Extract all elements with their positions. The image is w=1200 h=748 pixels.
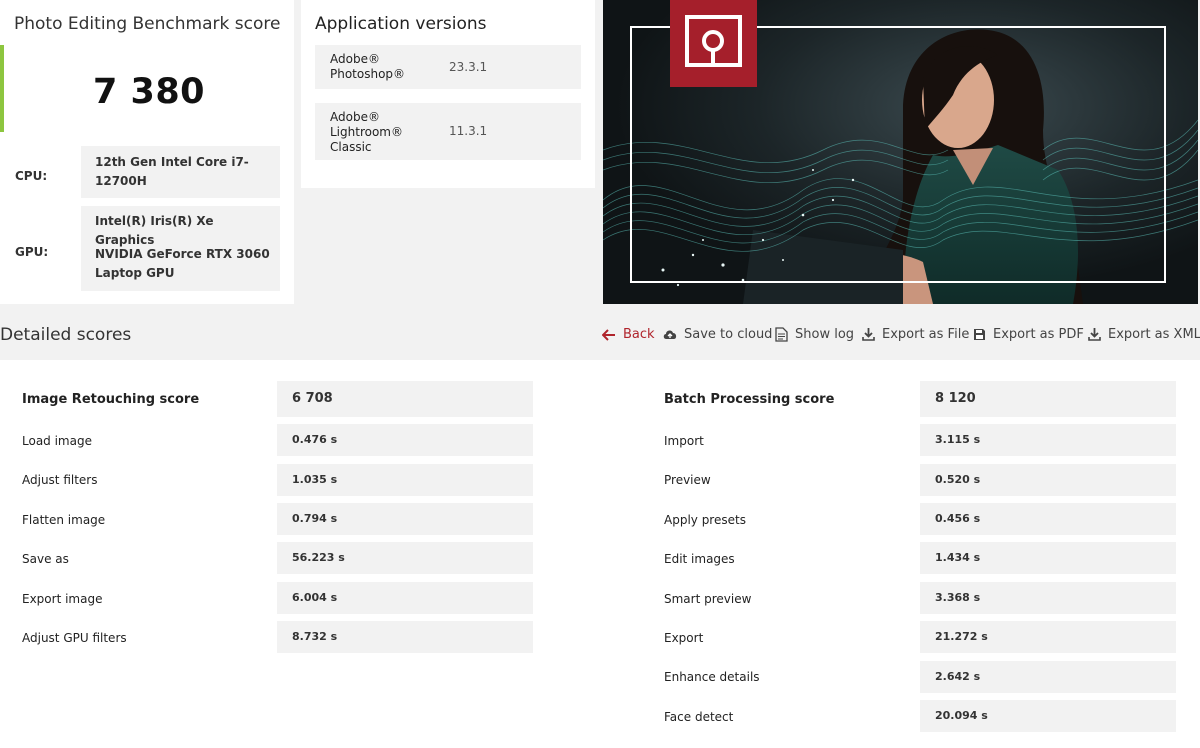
retouching-score-label: Image Retouching score xyxy=(22,392,200,407)
export-file-button[interactable]: Export as File xyxy=(862,327,969,342)
benchmark-title: Photo Editing Benchmark score xyxy=(14,14,281,34)
retouching-row-label: Load image xyxy=(22,434,92,448)
cpu-value: 12th Gen Intel Core i7-12700H xyxy=(81,146,280,198)
batch-row-value: 3.368 s xyxy=(920,582,1176,614)
batch-row-value: 20.094 s xyxy=(920,700,1176,732)
download-icon xyxy=(862,328,875,341)
batch-row-value: 1.434 s xyxy=(920,542,1176,574)
detailed-scores-title: Detailed scores xyxy=(0,325,132,345)
gpu-value-box: Intel(R) Iris(R) Xe Graphics NVIDIA GeFo… xyxy=(81,206,280,291)
batch-row-label: Face detect xyxy=(664,710,734,724)
batch-row-value: 3.115 s xyxy=(920,424,1176,456)
batch-row-label: Export xyxy=(664,631,704,645)
batch-row-label: Enhance details xyxy=(664,670,760,684)
batch-row-label: Smart preview xyxy=(664,592,752,606)
show-log-label: Show log xyxy=(795,327,855,342)
batch-row-value: 21.272 s xyxy=(920,621,1176,653)
batch-row-value: 0.520 s xyxy=(920,464,1176,496)
retouching-row-value: 8.732 s xyxy=(277,621,533,653)
arrow-left-icon xyxy=(602,328,615,341)
app-versions-title: Application versions xyxy=(315,14,487,34)
batch-row-label: Import xyxy=(664,434,704,448)
show-log-button[interactable]: Show log xyxy=(775,327,854,342)
retouching-row-label: Adjust filters xyxy=(22,473,98,487)
app-version: 23.3.1 xyxy=(449,60,488,74)
export-file-label: Export as File xyxy=(882,327,970,342)
retouching-score-value: 6 708 xyxy=(277,381,533,417)
download-icon xyxy=(1088,328,1101,341)
app-row-photoshop: Adobe® Photoshop® 23.3.1 xyxy=(315,45,581,89)
save-icon xyxy=(974,329,985,340)
batch-row-label: Apply presets xyxy=(664,513,746,527)
cloud-upload-icon xyxy=(663,330,677,339)
retouching-row-value: 1.035 s xyxy=(277,464,533,496)
export-pdf-button[interactable]: Export as PDF xyxy=(973,327,1084,342)
batch-row-label: Edit images xyxy=(664,552,735,566)
gpu-value-discrete: NVIDIA GeForce RTX 3060 Laptop GPU xyxy=(95,247,270,280)
batch-score-value: 8 120 xyxy=(920,381,1176,417)
retouching-row-value: 6.004 s xyxy=(277,582,533,614)
app-version: 11.3.1 xyxy=(449,124,488,138)
export-pdf-label: Export as PDF xyxy=(993,327,1084,342)
hero-illustration xyxy=(603,0,1198,304)
cpu-label: CPU: xyxy=(15,169,48,183)
batch-row-value: 2.642 s xyxy=(920,661,1176,693)
retouching-row-value: 56.223 s xyxy=(277,542,533,574)
retouching-row-label: Flatten image xyxy=(22,513,106,527)
export-xml-label: Export as XML xyxy=(1108,327,1200,342)
back-label: Back xyxy=(623,327,655,342)
retouching-row-label: Save as xyxy=(22,552,69,566)
save-to-cloud-button[interactable]: Save to cloud xyxy=(663,327,772,342)
retouching-row-label: Adjust GPU filters xyxy=(22,631,127,645)
benchmark-score-value: 7 380 xyxy=(92,72,206,112)
procyon-logo-icon xyxy=(670,0,757,87)
batch-score-label: Batch Processing score xyxy=(664,392,835,407)
save-to-cloud-label: Save to cloud xyxy=(684,327,773,342)
gpu-label: GPU: xyxy=(15,245,49,259)
hero-image xyxy=(603,0,1198,304)
retouching-row-value: 0.794 s xyxy=(277,503,533,535)
app-name: Adobe® Lightroom® Classic xyxy=(330,110,403,154)
export-xml-button[interactable]: Export as XML xyxy=(1088,327,1200,342)
document-icon xyxy=(775,327,788,342)
retouching-row-value: 0.476 s xyxy=(277,424,533,456)
batch-row-label: Preview xyxy=(664,473,711,487)
app-row-lightroom: Adobe® Lightroom® Classic 11.3.1 xyxy=(315,103,581,160)
batch-row-value: 0.456 s xyxy=(920,503,1176,535)
retouching-row-label: Export image xyxy=(22,592,103,606)
app-name: Adobe® Photoshop® xyxy=(330,52,406,81)
back-button[interactable]: Back xyxy=(602,327,655,342)
